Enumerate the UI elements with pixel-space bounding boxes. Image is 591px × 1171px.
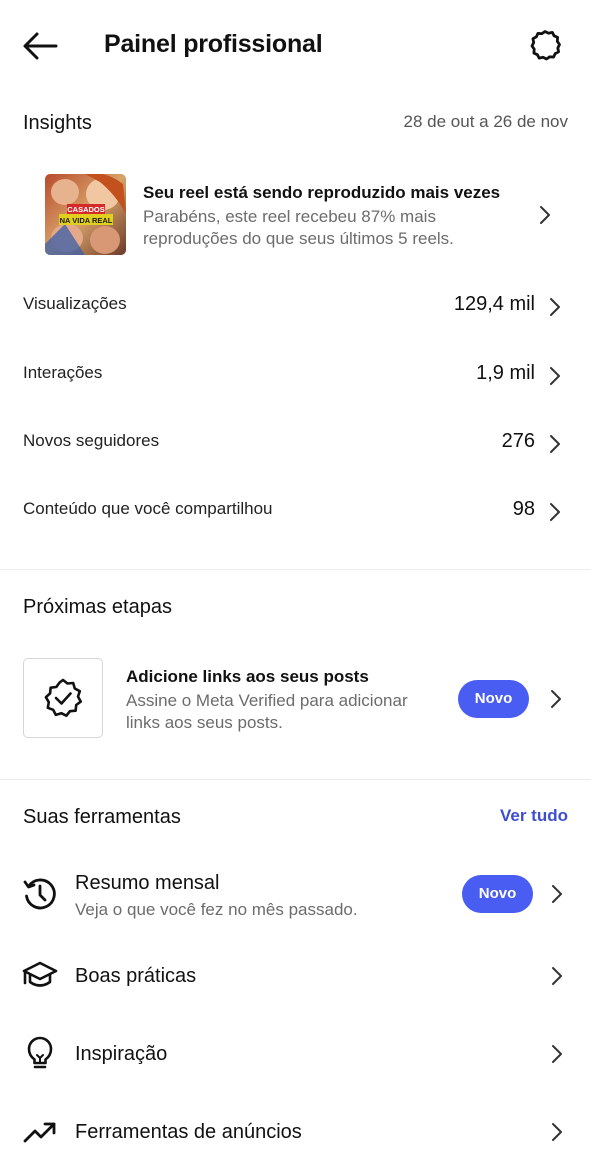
reel-thumbnail: CASADOS NA VIDA REAL [45, 174, 126, 255]
metric-label: Interações [23, 363, 103, 382]
header: Painel profissional [0, 0, 591, 92]
step-title: Adicione links aos seus posts [126, 667, 369, 686]
next-steps-heading: Próximas etapas [23, 596, 172, 618]
chevron-right-icon [552, 1045, 562, 1063]
new-badge: Novo [458, 680, 529, 718]
tool-row-best-practices[interactable]: Boas práticas [0, 941, 591, 1011]
metric-value: 1,9 mil [476, 362, 535, 384]
section-divider [0, 779, 591, 780]
metric-value: 276 [501, 430, 535, 452]
chevron-right-icon [551, 690, 561, 708]
reel-title: Seu reel está sendo reproduzido mais vez… [143, 183, 501, 202]
insights-heading: Insights [23, 112, 92, 134]
tool-label: Boas práticas [75, 965, 197, 987]
arrow-left-icon [23, 32, 58, 60]
verified-badge-icon [44, 678, 83, 717]
step-icon-box [23, 658, 103, 738]
trending-up-icon [23, 1122, 56, 1143]
metric-row-shared-content[interactable]: Conteúdo que você compartilhou 98 [0, 481, 591, 541]
tool-label: Ferramentas de anúncios [75, 1121, 302, 1143]
professional-dashboard-screen: Painel profissional Insights 28 de out a… [0, 0, 591, 1171]
tool-row-monthly-summary[interactable]: Resumo mensal Veja o que você fez no mês… [0, 860, 591, 930]
metric-value: 98 [512, 498, 535, 520]
chevron-right-icon [552, 885, 562, 903]
metric-row-new-followers[interactable]: Novos seguidores 276 [0, 413, 591, 473]
metric-label: Visualizações [23, 294, 127, 313]
metric-label: Novos seguidores [23, 431, 160, 450]
chevron-right-icon [550, 503, 560, 521]
gear-icon [530, 30, 561, 61]
chevron-right-icon [552, 967, 562, 985]
settings-button[interactable] [526, 27, 564, 65]
tool-label: Inspiração [75, 1043, 168, 1065]
chevron-right-icon [550, 298, 560, 316]
graduation-cap-icon [22, 961, 58, 987]
chevron-right-icon [550, 435, 560, 453]
chevron-right-icon [552, 1123, 562, 1141]
back-button[interactable] [20, 28, 60, 64]
see-all-link[interactable]: Ver tudo [500, 806, 568, 826]
thumbnail-caption-top: CASADOS [67, 205, 105, 214]
lightbulb-icon [27, 1036, 53, 1069]
chevron-right-icon [540, 206, 550, 224]
history-clock-icon [23, 878, 56, 910]
reel-description: Parabéns, este reel recebeu 87% mais rep… [143, 207, 454, 248]
metric-value: 129,4 mil [453, 293, 535, 315]
tool-label: Resumo mensal [75, 872, 220, 894]
metric-row-views[interactable]: Visualizações 129,4 mil [0, 276, 591, 336]
page-title: Painel profissional [104, 30, 323, 58]
tool-subtitle: Veja o que você fez no mês passado. [75, 900, 358, 919]
metric-row-interactions[interactable]: Interações 1,9 mil [0, 345, 591, 405]
new-badge: Novo [462, 875, 533, 913]
tools-heading: Suas ferramentas [23, 806, 181, 828]
reel-insight-card[interactable]: CASADOS NA VIDA REAL Seu reel está sendo… [0, 160, 591, 268]
step-description: Assine o Meta Verified para adicionar li… [126, 691, 408, 732]
add-links-card[interactable]: Adicione links aos seus posts Assine o M… [0, 650, 591, 746]
thumbnail-caption-bottom: NA VIDA REAL [60, 216, 113, 225]
metric-label: Conteúdo que você compartilhou [23, 499, 273, 518]
tool-row-inspiration[interactable]: Inspiração [0, 1019, 591, 1089]
section-divider [0, 569, 591, 570]
chevron-right-icon [550, 367, 560, 385]
tool-row-ad-tools[interactable]: Ferramentas de anúncios [0, 1097, 591, 1167]
date-range[interactable]: 28 de out a 26 de nov [404, 112, 568, 132]
